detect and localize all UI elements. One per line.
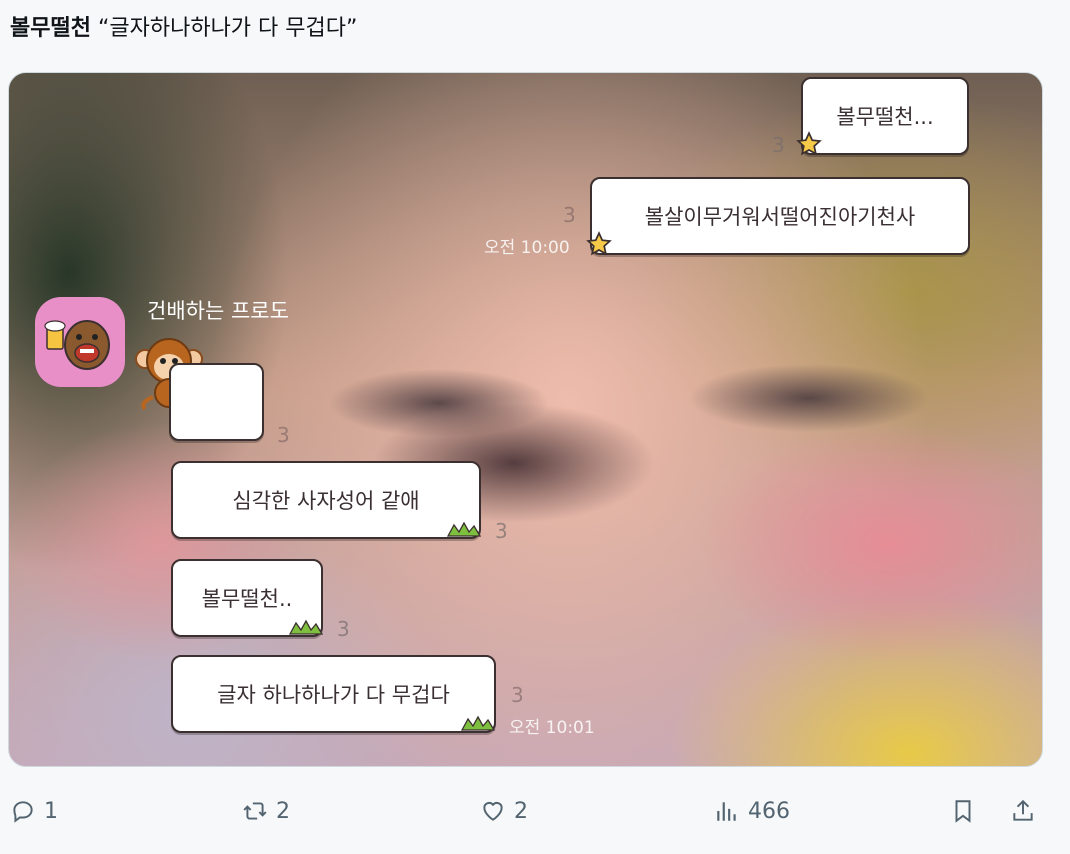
message-time: 오전 10:00 <box>484 238 570 258</box>
post-author[interactable]: 볼무떨천 <box>10 16 91 41</box>
grass-sticker-icon <box>461 715 495 731</box>
sender-name: 건배하는 프로도 <box>147 299 289 323</box>
views-button[interactable]: 466 <box>714 798 790 824</box>
sent-bubble: 볼무떨천... <box>801 77 969 155</box>
reply-icon <box>13 801 33 823</box>
share-icon <box>1013 799 1033 821</box>
view-count: 466 <box>748 798 790 824</box>
received-bubble <box>169 363 264 441</box>
received-bubble: 글자 하나하나가 다 무겁다 <box>171 655 496 733</box>
repost-icon <box>243 802 267 820</box>
message-time: 오전 10:01 <box>509 718 595 738</box>
repost-count: 2 <box>276 798 290 824</box>
avatar[interactable] <box>35 297 125 387</box>
read-count: 3 <box>563 203 576 227</box>
read-count: 3 <box>511 683 524 707</box>
post-action-bar: 1 2 2 466 <box>0 790 1070 834</box>
read-count: 3 <box>277 423 290 447</box>
message-text: 심각한 사자성어 같애 <box>232 489 420 513</box>
like-count: 2 <box>514 798 528 824</box>
star-sticker-icon <box>796 131 822 156</box>
post-quote: “글자하나하나가 다 무겁다” <box>97 16 358 41</box>
post-image[interactable]: 볼무떨천... 3 볼살이무거워서떨어진아기천사 3 오전 10:00 건배하는… <box>8 72 1043 767</box>
received-bubble: 심각한 사자성어 같애 <box>171 461 481 539</box>
post-text: 볼무떨천 “글자하나하나가 다 무겁다” <box>10 12 357 46</box>
message-text: 볼무떨천.. <box>201 587 293 611</box>
grass-sticker-icon <box>289 619 323 635</box>
read-count: 3 <box>337 617 350 641</box>
message-text: 글자 하나하나가 다 무겁다 <box>217 683 450 707</box>
reply-count: 1 <box>44 798 58 824</box>
views-icon <box>717 802 736 821</box>
read-count: 3 <box>495 519 508 543</box>
repost-button[interactable]: 2 <box>242 798 290 824</box>
grass-sticker-icon <box>447 521 481 537</box>
sent-bubble: 볼살이무거워서떨어진아기천사 <box>590 177 970 255</box>
dog-avatar-icon <box>44 320 110 370</box>
like-button[interactable]: 2 <box>480 798 528 824</box>
like-icon <box>483 801 503 821</box>
reply-button[interactable]: 1 <box>10 798 58 824</box>
read-count: 3 <box>772 133 785 157</box>
star-sticker-icon <box>586 231 612 256</box>
message-text: 볼무떨천... <box>836 105 934 129</box>
bookmark-icon <box>955 800 971 823</box>
message-text: 볼살이무거워서떨어진아기천사 <box>644 205 916 229</box>
share-button[interactable] <box>1010 798 1036 824</box>
bookmark-button[interactable] <box>950 798 976 824</box>
